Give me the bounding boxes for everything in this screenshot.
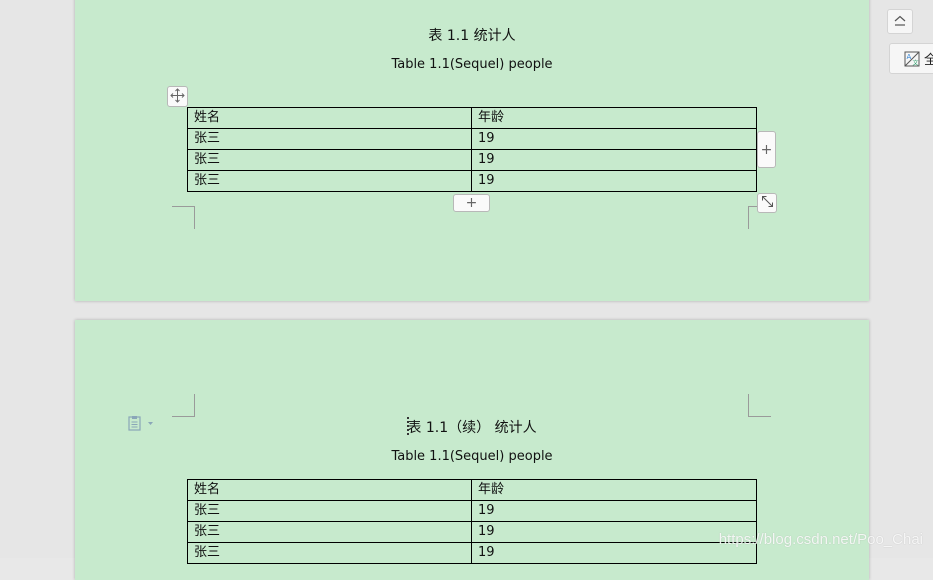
- data-table[interactable]: 姓名 年龄 张三 19 张三 19 张三 19: [187, 479, 757, 564]
- table-cell[interactable]: 19: [471, 521, 757, 543]
- paste-options-icon: [128, 416, 154, 436]
- move-arrows-icon: [170, 87, 185, 106]
- table-row[interactable]: 张三 19: [187, 521, 757, 543]
- collapse-panel-button[interactable]: [887, 9, 913, 34]
- eject-collapse-icon: [893, 12, 907, 31]
- table-row[interactable]: 张三 19: [187, 149, 757, 171]
- table-row[interactable]: 张三 19: [187, 500, 757, 522]
- table-header-row[interactable]: 姓名 年龄: [187, 107, 757, 129]
- crop-mark-top-left: [172, 394, 195, 417]
- table-cell[interactable]: 19: [471, 542, 757, 564]
- table-cell[interactable]: 张三: [187, 170, 472, 192]
- table-cell[interactable]: 张三: [187, 500, 472, 522]
- table-resize-handle[interactable]: [757, 193, 777, 213]
- document-page-1[interactable]: 表 1.1 统计人 Table 1.1(Sequel) people 姓名 年龄…: [75, 0, 869, 301]
- translate-label: 全: [924, 53, 933, 68]
- add-column-button[interactable]: +: [757, 131, 776, 168]
- table-move-handle[interactable]: [167, 86, 188, 107]
- data-table[interactable]: 姓名 年龄 张三 19 张三 19 张三 19: [187, 107, 757, 192]
- svg-text:文: 文: [913, 59, 919, 67]
- table-header-row[interactable]: 姓名 年龄: [187, 479, 757, 501]
- table-header-cell[interactable]: 姓名: [187, 107, 472, 129]
- table-cell[interactable]: 19: [471, 149, 757, 171]
- table-cell[interactable]: 19: [471, 128, 757, 150]
- table-caption-english: Table 1.1(Sequel) people: [391, 449, 553, 464]
- table-row[interactable]: 张三 19: [187, 542, 757, 564]
- table-caption-chinese: 表 1.1（续） 统计人: [407, 420, 537, 436]
- svg-text:A: A: [907, 53, 912, 61]
- crop-mark-top-right: [748, 394, 771, 417]
- table-cell[interactable]: 19: [471, 170, 757, 192]
- text-cursor: [407, 417, 411, 435]
- table-header-cell[interactable]: 年龄: [471, 107, 757, 129]
- watermark-text: https://blog.csdn.net/Poo_Chai: [718, 531, 923, 548]
- table-row[interactable]: 张三 19: [187, 128, 757, 150]
- table-cell[interactable]: 张三: [187, 149, 472, 171]
- table-row[interactable]: 张三 19: [187, 170, 757, 192]
- table-cell[interactable]: 张三: [187, 521, 472, 543]
- table-caption-english: Table 1.1(Sequel) people: [391, 57, 553, 72]
- table-header-cell[interactable]: 年龄: [471, 479, 757, 501]
- translate-icon: A 文: [904, 51, 920, 67]
- paste-options-button[interactable]: [128, 416, 156, 436]
- crop-mark-bottom-left: [172, 206, 195, 229]
- document-canvas: 表 1.1 统计人 Table 1.1(Sequel) people 姓名 年龄…: [0, 0, 933, 580]
- table-header-cell[interactable]: 姓名: [187, 479, 472, 501]
- add-row-button[interactable]: +: [453, 194, 490, 212]
- diagonal-resize-icon: [761, 195, 774, 211]
- translate-button[interactable]: A 文 全: [889, 43, 933, 74]
- table-cell[interactable]: 张三: [187, 128, 472, 150]
- table-cell[interactable]: 张三: [187, 542, 472, 564]
- table-caption-chinese: 表 1.1 统计人: [428, 28, 516, 44]
- table-cell[interactable]: 19: [471, 500, 757, 522]
